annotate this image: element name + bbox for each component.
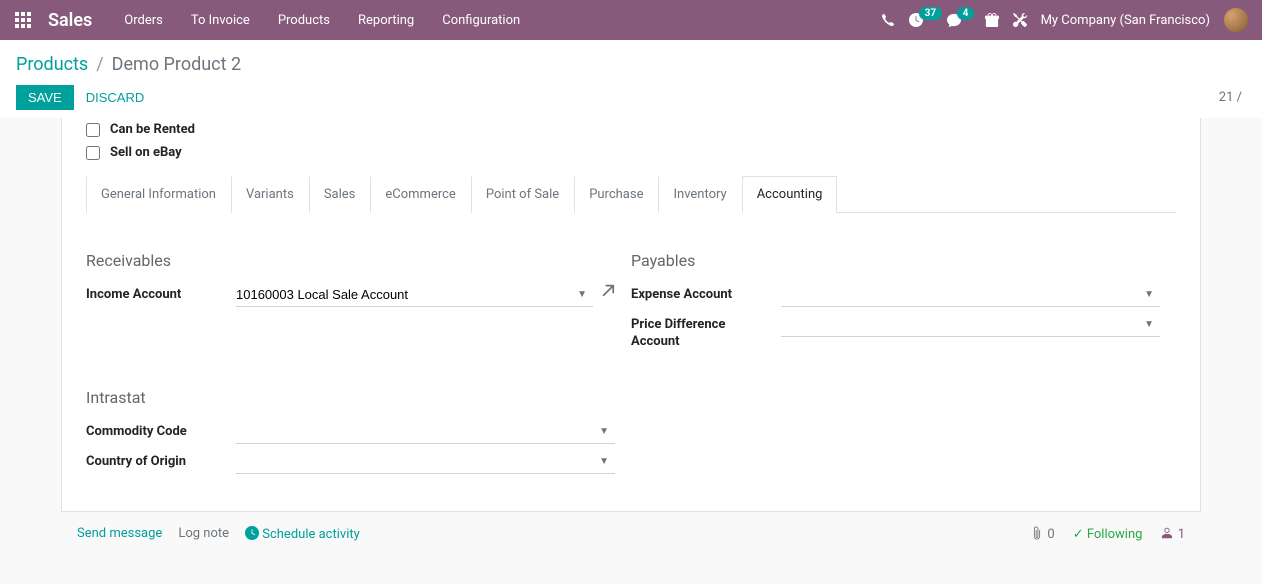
tab-sales[interactable]: Sales (309, 176, 371, 213)
log-note-button[interactable]: Log note (178, 526, 229, 542)
gift-icon[interactable] (985, 13, 999, 27)
apps-icon[interactable] (8, 12, 38, 28)
menu-configuration[interactable]: Configuration (430, 3, 532, 38)
price-difference-account-input[interactable] (781, 315, 1138, 334)
section-intrastat: Intrastat (86, 388, 615, 407)
form-sheet: Can be Rented Sell on eBay General Infor… (61, 118, 1201, 512)
attachments-count[interactable]: 0 (1030, 526, 1055, 542)
can-be-rented-label[interactable]: Can be Rented (110, 122, 195, 137)
schedule-activity-button[interactable]: Schedule activity (245, 526, 360, 542)
form-container: Can be Rented Sell on eBay General Infor… (61, 118, 1201, 542)
menu-orders[interactable]: Orders (112, 3, 175, 38)
following-button[interactable]: ✓ Following (1073, 527, 1143, 542)
chatter: Send message Log note Schedule activity … (61, 512, 1201, 542)
breadcrumb-current: Demo Product 2 (112, 54, 241, 75)
breadcrumb-sep: / (96, 54, 103, 75)
wrench-icon[interactable] (1013, 13, 1027, 27)
income-account-label: Income Account (86, 283, 236, 304)
country-of-origin-label: Country of Origin (86, 450, 236, 471)
country-of-origin-dropdown-icon[interactable]: ▼ (593, 456, 615, 467)
expense-account-label: Expense Account (631, 283, 781, 304)
app-brand[interactable]: Sales (38, 10, 112, 31)
activity-icon[interactable]: 37 (909, 13, 933, 27)
commodity-code-label: Commodity Code (86, 420, 236, 441)
menu-products[interactable]: Products (266, 3, 342, 38)
sell-on-ebay-row: Sell on eBay (86, 141, 1176, 164)
tab-variants[interactable]: Variants (231, 176, 309, 213)
expense-account-input[interactable] (781, 285, 1138, 304)
tab-purchase[interactable]: Purchase (574, 176, 658, 213)
sell-on-ebay-label[interactable]: Sell on eBay (110, 145, 182, 160)
menu-reporting[interactable]: Reporting (346, 3, 426, 38)
tab-content-accounting: Receivables Income Account ▼ (86, 213, 1176, 487)
breadcrumb-parent[interactable]: Products (16, 54, 88, 75)
section-payables: Payables (631, 251, 1160, 270)
breadcrumb: Products / Demo Product 2 (16, 50, 1246, 85)
save-button[interactable]: Save (16, 85, 74, 110)
menu-to-invoice[interactable]: To Invoice (179, 3, 262, 38)
pager[interactable]: 21 / (1219, 90, 1246, 105)
country-of-origin-input[interactable] (236, 452, 593, 471)
top-menu: Orders To Invoice Products Reporting Con… (112, 3, 532, 38)
control-panel: Products / Demo Product 2 Save Discard 2… (0, 40, 1262, 118)
form-tabs: General Information Variants Sales eComm… (86, 176, 1176, 213)
sell-on-ebay-checkbox[interactable] (86, 146, 100, 160)
followers-count[interactable]: 1 (1160, 526, 1185, 542)
user-avatar[interactable] (1224, 8, 1248, 32)
price-difference-account-label: Price Difference Account (631, 313, 781, 351)
price-difference-account-dropdown-icon[interactable]: ▼ (1138, 319, 1160, 330)
can-be-rented-checkbox[interactable] (86, 123, 100, 137)
phone-icon[interactable] (881, 13, 895, 27)
activity-badge: 37 (919, 7, 942, 20)
tab-point-of-sale[interactable]: Point of Sale (471, 176, 574, 213)
commodity-code-dropdown-icon[interactable]: ▼ (593, 426, 615, 437)
discard-button[interactable]: Discard (74, 85, 157, 110)
income-account-dropdown-icon[interactable]: ▼ (571, 289, 593, 300)
section-receivables: Receivables (86, 251, 615, 270)
messages-badge: 4 (957, 7, 975, 20)
messages-icon[interactable]: 4 (947, 13, 971, 27)
can-be-rented-row: Can be Rented (86, 118, 1176, 141)
tab-general-information[interactable]: General Information (86, 176, 231, 213)
expense-account-dropdown-icon[interactable]: ▼ (1138, 289, 1160, 300)
send-message-button[interactable]: Send message (77, 526, 162, 542)
company-selector[interactable]: My Company (San Francisco) (1041, 13, 1210, 28)
commodity-code-input[interactable] (236, 422, 593, 441)
top-navbar: Sales Orders To Invoice Products Reporti… (0, 0, 1262, 40)
tab-ecommerce[interactable]: eCommerce (370, 176, 470, 213)
schedule-activity-label: Schedule activity (262, 527, 360, 542)
income-account-external-link-icon[interactable] (601, 283, 615, 300)
income-account-input[interactable] (236, 285, 571, 304)
tab-accounting[interactable]: Accounting (742, 176, 838, 213)
tab-inventory[interactable]: Inventory (658, 176, 741, 213)
